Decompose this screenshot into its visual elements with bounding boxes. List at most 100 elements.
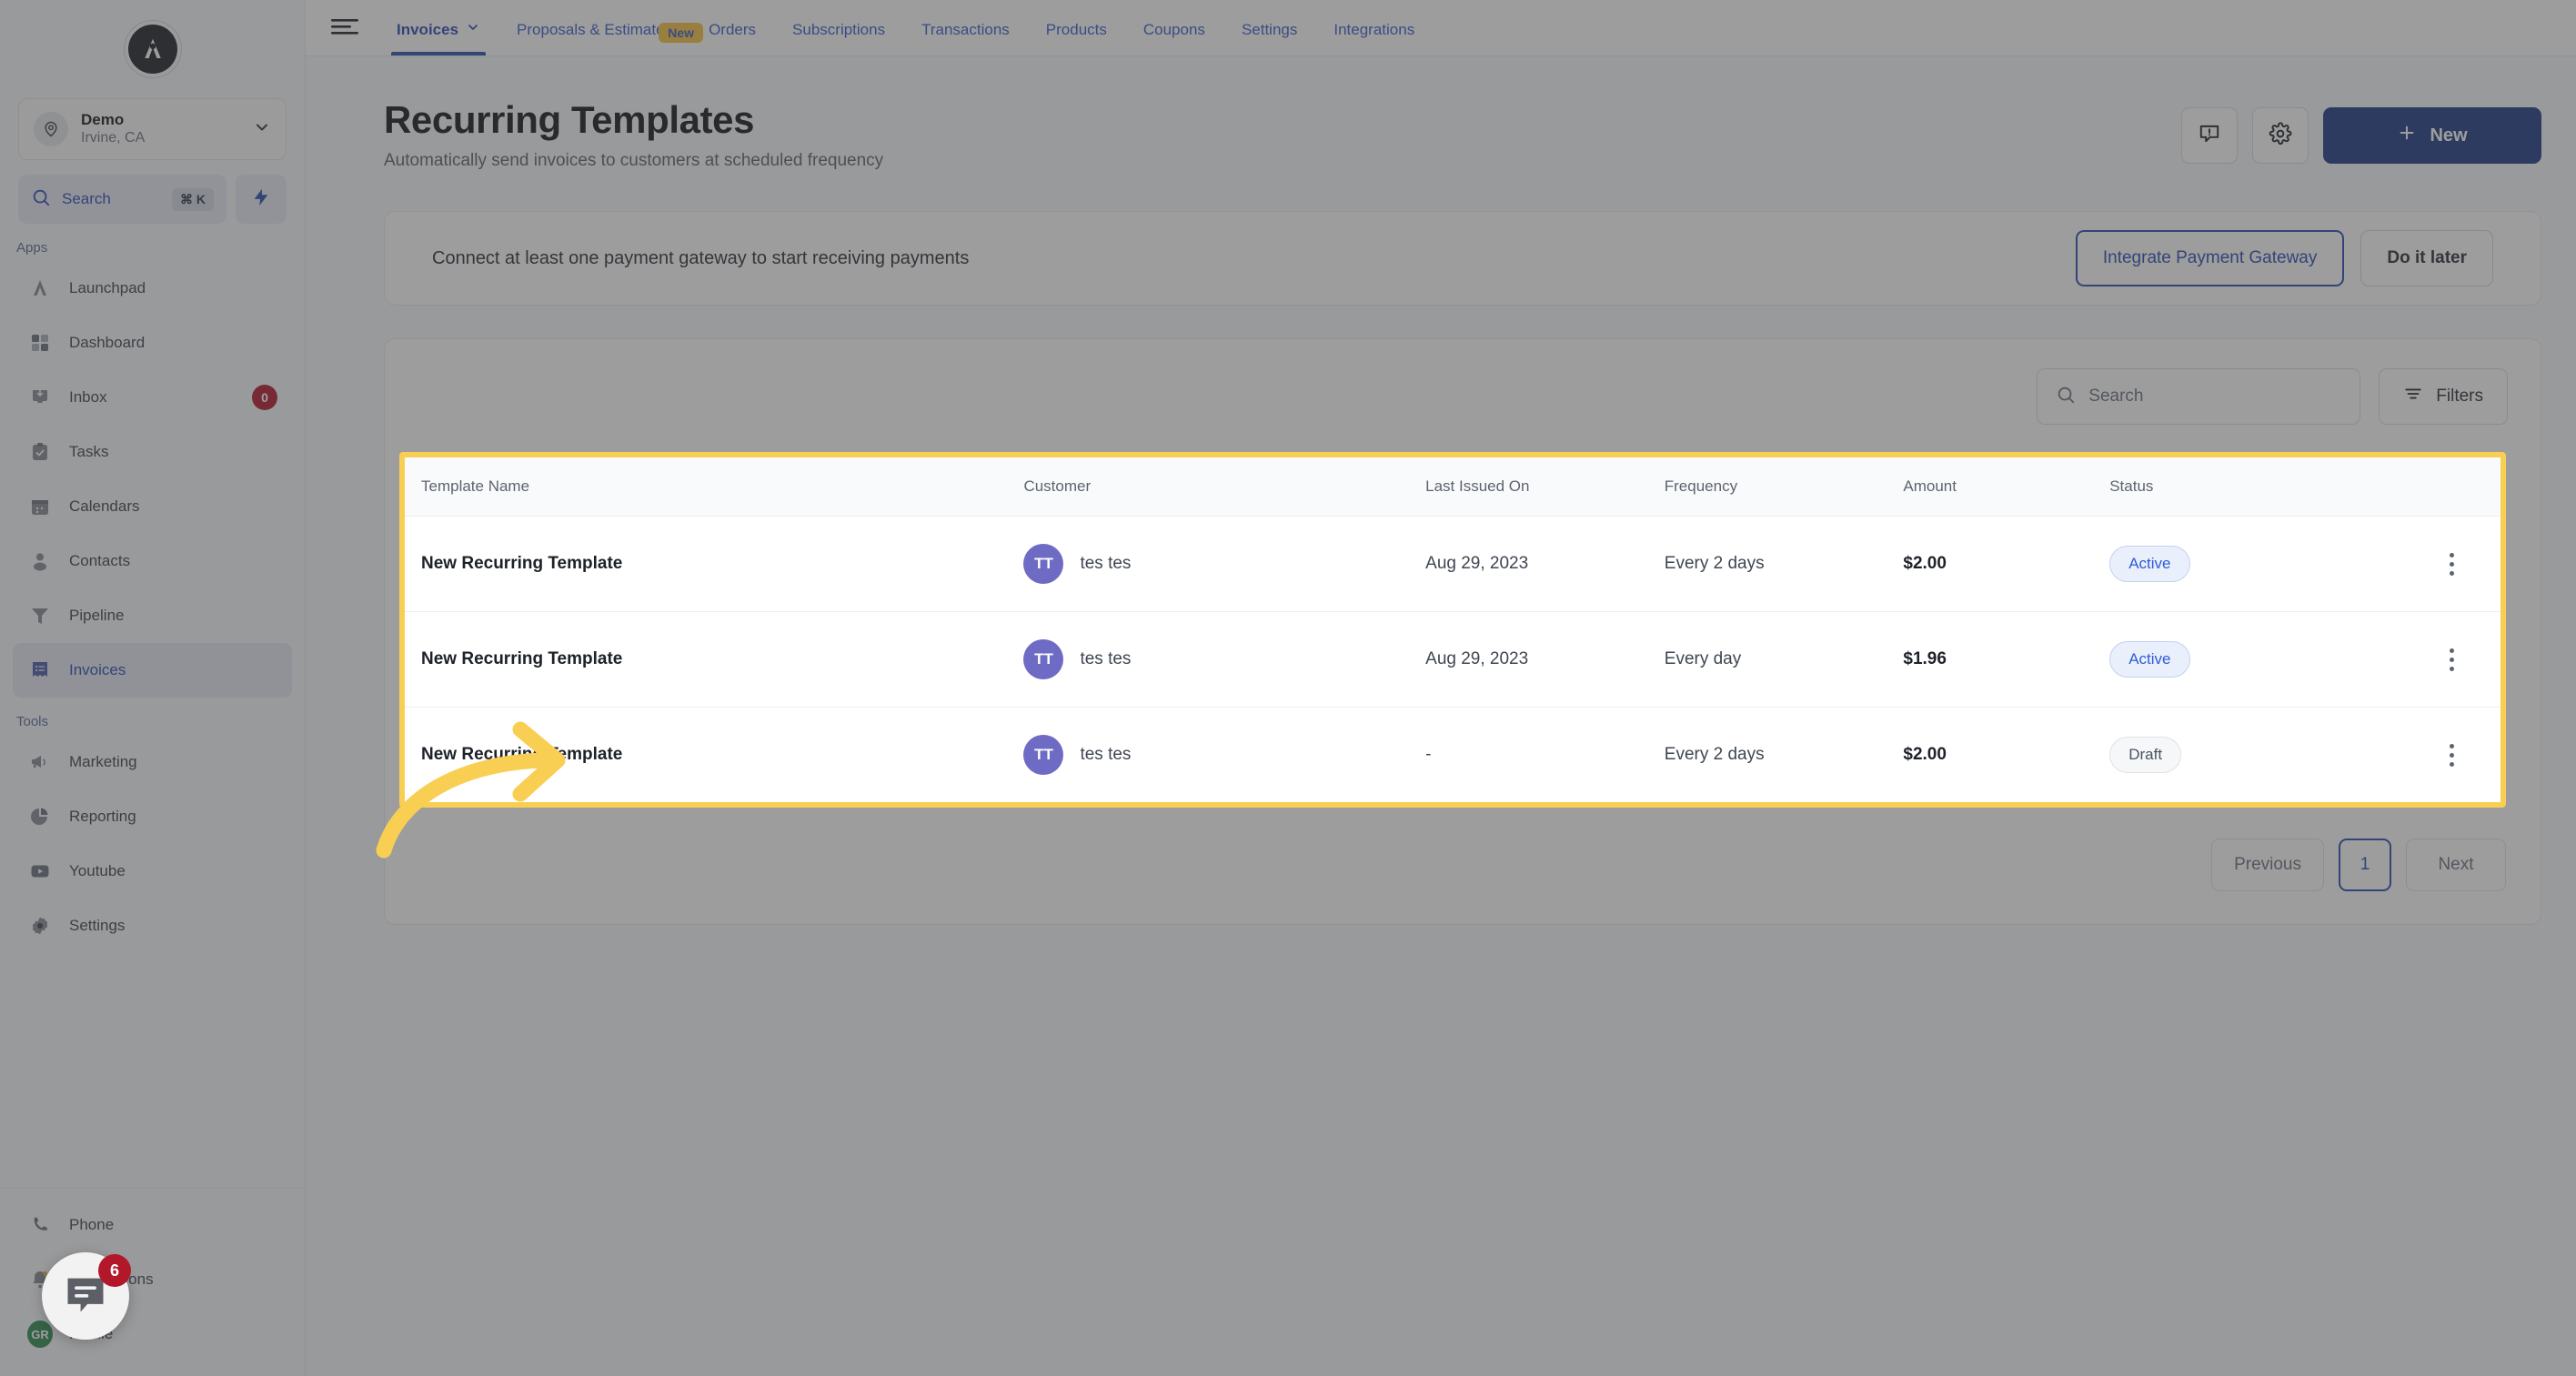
tab-list: Invoices Proposals & Estimates New Order… [378, 0, 1433, 55]
sidebar-item-launchpad[interactable]: Launchpad [13, 261, 292, 316]
cell-status: Active [2109, 611, 2403, 708]
chevron-down-icon [466, 20, 480, 39]
feedback-button[interactable] [2181, 107, 2238, 164]
table-header-row: Template Name Customer Last Issued On Fr… [405, 457, 2501, 517]
app-logo[interactable] [0, 0, 305, 98]
kebab-menu-icon[interactable] [2403, 552, 2501, 576]
table-toolbar: Search Filters [385, 368, 2541, 452]
customer-name-text: tes tes [1080, 649, 1132, 668]
table-row[interactable]: New Recurring Template TT tes tes Aug 29… [405, 516, 2501, 612]
sidebar-item-label: Youtube [69, 862, 126, 879]
filters-button-label: Filters [2436, 387, 2483, 406]
column-header-last-issued-on: Last Issued On [1425, 457, 1665, 517]
sidebar: Demo Irvine, CA Search ⌘ K Apps Launchpa… [0, 0, 306, 1376]
kebab-menu-icon[interactable] [2403, 648, 2501, 671]
sidebar-search-input[interactable]: Search ⌘ K [18, 175, 226, 224]
tab-products[interactable]: Products [1028, 21, 1125, 55]
main-content: Recurring Templates Automatically send i… [306, 56, 2576, 1376]
sidebar-item-phone[interactable]: Phone [13, 1198, 292, 1252]
sidebar-item-invoices[interactable]: Invoices [13, 643, 292, 698]
sidebar-item-dashboard[interactable]: Dashboard [13, 316, 292, 370]
banner-actions: Integrate Payment Gateway Do it later [2075, 230, 2493, 286]
tab-invoices[interactable]: Invoices [378, 20, 498, 55]
tab-label: Invoices [397, 20, 459, 38]
cell-template-name: New Recurring Template [405, 516, 1024, 612]
page-settings-button[interactable] [2252, 107, 2309, 164]
sidebar-item-label: Invoices [69, 661, 126, 678]
status-badge: Active [2109, 641, 2190, 678]
sidebar-item-calendars[interactable]: Calendars [13, 479, 292, 534]
location-pin-icon [34, 112, 68, 146]
clipboard-check-icon [27, 439, 53, 465]
person-icon [27, 548, 53, 574]
sidebar-item-settings[interactable]: Settings [13, 899, 292, 953]
cell-status: Draft [2109, 708, 2402, 803]
cell-last-issued-on: - [1425, 745, 1432, 764]
filters-button[interactable]: Filters [2379, 368, 2508, 425]
table-head: Template Name Customer Last Issued On Fr… [405, 457, 2501, 517]
pagination-page-1[interactable]: 1 [2339, 839, 2391, 891]
tab-label: Orders [709, 21, 757, 38]
column-header-actions [2402, 457, 2501, 517]
tab-proposals-estimates[interactable]: Proposals & Estimates New [498, 21, 704, 55]
tab-orders[interactable]: Orders [690, 21, 774, 55]
tab-settings[interactable]: Settings [1223, 21, 1315, 55]
cell-actions [2402, 611, 2501, 708]
sidebar-section-apps-label: Apps [16, 240, 48, 256]
funnel-icon [27, 603, 53, 628]
new-template-button-label: New [2430, 125, 2468, 146]
template-name-text: New Recurring Template [421, 554, 623, 573]
sidebar-item-inbox[interactable]: Inbox 0 [13, 370, 292, 425]
new-template-button[interactable]: New [2323, 107, 2541, 164]
feedback-bubble-icon [2198, 122, 2221, 150]
sidebar-item-label: Contacts [69, 552, 131, 569]
sidebar-item-label: Tasks [69, 443, 109, 460]
sidebar-item-label: Reporting [69, 808, 136, 825]
sidebar-item-marketing[interactable]: Marketing [13, 735, 292, 789]
tab-subscriptions[interactable]: Subscriptions [774, 21, 903, 55]
tab-transactions[interactable]: Transactions [903, 21, 1028, 55]
tab-label: Proposals & Estimates [517, 21, 673, 38]
search-input[interactable]: Search [2037, 368, 2361, 425]
hamburger-icon[interactable] [320, 16, 378, 55]
sidebar-item-contacts[interactable]: Contacts [13, 534, 292, 588]
cell-customer: TT tes tes [1023, 611, 1426, 708]
sidebar-item-pipeline[interactable]: Pipeline [13, 588, 292, 643]
table-row[interactable]: New Recurring Template TT tes tes Aug 29… [405, 611, 2501, 708]
sidebar-item-reporting[interactable]: Reporting [13, 789, 292, 844]
cell-customer: TT tes tes [1023, 516, 1426, 612]
tab-label: Integrations [1333, 21, 1415, 38]
cell-amount: $2.00 [1903, 516, 2110, 612]
cell-actions [2403, 708, 2501, 803]
tab-integrations[interactable]: Integrations [1315, 21, 1433, 55]
sidebar-item-youtube[interactable]: Youtube [13, 844, 292, 899]
quick-action-button[interactable] [236, 175, 287, 224]
megaphone-icon [27, 749, 53, 775]
tab-coupons[interactable]: Coupons [1125, 21, 1223, 55]
pagination-previous-button[interactable]: Previous [2211, 839, 2324, 891]
avatar: TT [1023, 544, 1064, 584]
bolt-icon [251, 186, 271, 214]
kebab-menu-icon[interactable] [2403, 743, 2501, 767]
phone-icon [27, 1212, 53, 1238]
recurring-templates-table: Template Name Customer Last Issued On Fr… [405, 457, 2501, 802]
pagination-next-button[interactable]: Next [2406, 839, 2506, 891]
sidebar-divider [0, 1188, 305, 1189]
customer-cell: TT tes tes [1023, 735, 1425, 775]
logo-mark-icon [127, 25, 177, 74]
sidebar-item-tasks[interactable]: Tasks [13, 425, 292, 479]
table-row[interactable]: New Recurring Template TT tes tes - Ever… [405, 708, 2501, 803]
chat-widget-button[interactable]: 6 [42, 1252, 131, 1340]
integrate-payment-gateway-button[interactable]: Integrate Payment Gateway [2075, 230, 2345, 286]
location-selector[interactable]: Demo Irvine, CA [18, 98, 287, 160]
sidebar-item-label: Phone [69, 1216, 115, 1233]
logo-ring [123, 20, 182, 78]
cell-last-issued-on: Aug 29, 2023 [1425, 611, 1665, 708]
column-header-amount: Amount [1903, 457, 2110, 517]
plus-icon [2397, 123, 2417, 148]
column-header-status: Status [2109, 457, 2403, 517]
tab-label: Transactions [921, 21, 1010, 38]
location-text: Demo Irvine, CA [81, 110, 240, 148]
tab-label: Subscriptions [792, 21, 886, 38]
do-it-later-button[interactable]: Do it later [2360, 230, 2493, 286]
